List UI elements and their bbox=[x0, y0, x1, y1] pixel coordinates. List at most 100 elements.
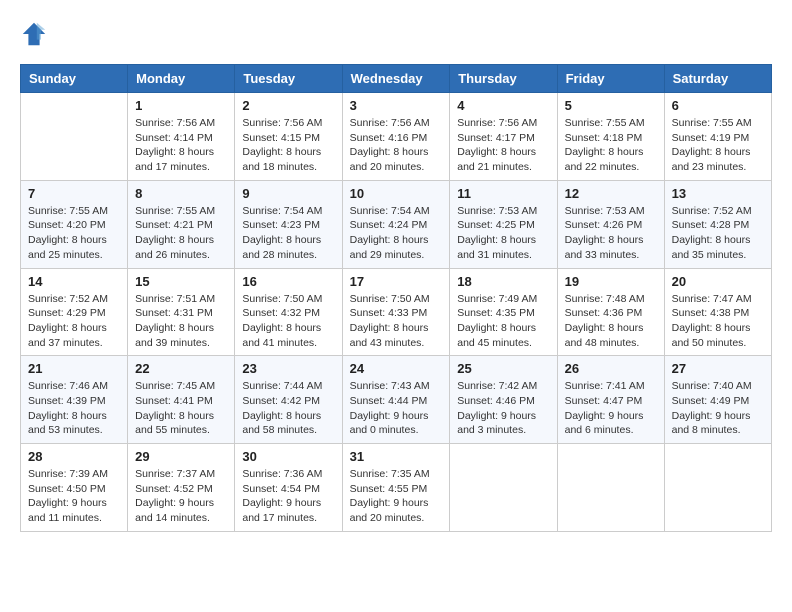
calendar-cell: 3 Sunrise: 7:56 AMSunset: 4:16 PMDaylight… bbox=[342, 93, 450, 181]
day-info: Sunrise: 7:44 AMSunset: 4:42 PMDaylight:… bbox=[242, 379, 334, 438]
day-info: Sunrise: 7:35 AMSunset: 4:55 PMDaylight:… bbox=[350, 467, 443, 526]
weekday-header-thursday: Thursday bbox=[450, 65, 557, 93]
day-info: Sunrise: 7:43 AMSunset: 4:44 PMDaylight:… bbox=[350, 379, 443, 438]
calendar-cell: 29 Sunrise: 7:37 AMSunset: 4:52 PMDayligh… bbox=[128, 444, 235, 532]
day-info: Sunrise: 7:54 AMSunset: 4:23 PMDaylight:… bbox=[242, 204, 334, 263]
calendar-cell bbox=[21, 93, 128, 181]
day-number: 24 bbox=[350, 361, 443, 376]
day-info: Sunrise: 7:55 AMSunset: 4:21 PMDaylight:… bbox=[135, 204, 227, 263]
calendar-cell bbox=[450, 444, 557, 532]
weekday-header-saturday: Saturday bbox=[664, 65, 771, 93]
calendar-cell: 4 Sunrise: 7:56 AMSunset: 4:17 PMDaylight… bbox=[450, 93, 557, 181]
calendar-cell: 15 Sunrise: 7:51 AMSunset: 4:31 PMDayligh… bbox=[128, 268, 235, 356]
day-info: Sunrise: 7:45 AMSunset: 4:41 PMDaylight:… bbox=[135, 379, 227, 438]
day-number: 31 bbox=[350, 449, 443, 464]
calendar-cell: 27 Sunrise: 7:40 AMSunset: 4:49 PMDayligh… bbox=[664, 356, 771, 444]
calendar-cell: 25 Sunrise: 7:42 AMSunset: 4:46 PMDayligh… bbox=[450, 356, 557, 444]
day-info: Sunrise: 7:55 AMSunset: 4:20 PMDaylight:… bbox=[28, 204, 120, 263]
day-number: 27 bbox=[672, 361, 764, 376]
calendar-cell: 20 Sunrise: 7:47 AMSunset: 4:38 PMDayligh… bbox=[664, 268, 771, 356]
day-number: 11 bbox=[457, 186, 549, 201]
calendar-cell: 13Sunrise: 7:52 AMSunset: 4:28 PMDayligh… bbox=[664, 180, 771, 268]
day-info: Sunrise: 7:51 AMSunset: 4:31 PMDaylight:… bbox=[135, 292, 227, 351]
day-number: 17 bbox=[350, 274, 443, 289]
day-number: 26 bbox=[565, 361, 657, 376]
day-info: Sunrise: 7:56 AMSunset: 4:16 PMDaylight:… bbox=[350, 116, 443, 175]
calendar-cell bbox=[664, 444, 771, 532]
day-info: Sunrise: 7:48 AMSunset: 4:36 PMDaylight:… bbox=[565, 292, 657, 351]
day-info: Sunrise: 7:50 AMSunset: 4:32 PMDaylight:… bbox=[242, 292, 334, 351]
day-number: 25 bbox=[457, 361, 549, 376]
day-number: 5 bbox=[565, 98, 657, 113]
day-number: 18 bbox=[457, 274, 549, 289]
day-number: 29 bbox=[135, 449, 227, 464]
day-number: 4 bbox=[457, 98, 549, 113]
calendar-cell: 2 Sunrise: 7:56 AMSunset: 4:15 PMDaylight… bbox=[235, 93, 342, 181]
day-number: 16 bbox=[242, 274, 334, 289]
day-info: Sunrise: 7:37 AMSunset: 4:52 PMDaylight:… bbox=[135, 467, 227, 526]
day-number: 2 bbox=[242, 98, 334, 113]
day-number: 10 bbox=[350, 186, 443, 201]
weekday-header-wednesday: Wednesday bbox=[342, 65, 450, 93]
day-number: 14 bbox=[28, 274, 120, 289]
day-number: 20 bbox=[672, 274, 764, 289]
calendar-cell: 18 Sunrise: 7:49 AMSunset: 4:35 PMDayligh… bbox=[450, 268, 557, 356]
calendar-cell: 21 Sunrise: 7:46 AMSunset: 4:39 PMDayligh… bbox=[21, 356, 128, 444]
calendar-cell bbox=[557, 444, 664, 532]
day-number: 8 bbox=[135, 186, 227, 201]
day-number: 22 bbox=[135, 361, 227, 376]
day-info: Sunrise: 7:46 AMSunset: 4:39 PMDaylight:… bbox=[28, 379, 120, 438]
calendar-cell: 24 Sunrise: 7:43 AMSunset: 4:44 PMDayligh… bbox=[342, 356, 450, 444]
day-number: 6 bbox=[672, 98, 764, 113]
day-info: Sunrise: 7:56 AMSunset: 4:17 PMDaylight:… bbox=[457, 116, 549, 175]
day-info: Sunrise: 7:56 AMSunset: 4:14 PMDaylight:… bbox=[135, 116, 227, 175]
logo bbox=[20, 20, 52, 48]
calendar-cell: 22 Sunrise: 7:45 AMSunset: 4:41 PMDayligh… bbox=[128, 356, 235, 444]
logo-icon bbox=[20, 20, 48, 48]
weekday-header-sunday: Sunday bbox=[21, 65, 128, 93]
calendar-cell: 11Sunrise: 7:53 AMSunset: 4:25 PMDayligh… bbox=[450, 180, 557, 268]
day-number: 19 bbox=[565, 274, 657, 289]
day-info: Sunrise: 7:42 AMSunset: 4:46 PMDaylight:… bbox=[457, 379, 549, 438]
day-number: 12 bbox=[565, 186, 657, 201]
calendar-cell: 31 Sunrise: 7:35 AMSunset: 4:55 PMDayligh… bbox=[342, 444, 450, 532]
calendar-cell: 19 Sunrise: 7:48 AMSunset: 4:36 PMDayligh… bbox=[557, 268, 664, 356]
day-info: Sunrise: 7:39 AMSunset: 4:50 PMDaylight:… bbox=[28, 467, 120, 526]
calendar-week-row: 14Sunrise: 7:52 AMSunset: 4:29 PMDayligh… bbox=[21, 268, 772, 356]
day-info: Sunrise: 7:54 AMSunset: 4:24 PMDaylight:… bbox=[350, 204, 443, 263]
day-number: 23 bbox=[242, 361, 334, 376]
weekday-header-friday: Friday bbox=[557, 65, 664, 93]
calendar-week-row: 1 Sunrise: 7:56 AMSunset: 4:14 PMDaylight… bbox=[21, 93, 772, 181]
day-info: Sunrise: 7:50 AMSunset: 4:33 PMDaylight:… bbox=[350, 292, 443, 351]
day-info: Sunrise: 7:40 AMSunset: 4:49 PMDaylight:… bbox=[672, 379, 764, 438]
calendar-cell: 6 Sunrise: 7:55 AMSunset: 4:19 PMDaylight… bbox=[664, 93, 771, 181]
calendar-cell: 17 Sunrise: 7:50 AMSunset: 4:33 PMDayligh… bbox=[342, 268, 450, 356]
calendar-cell: 26 Sunrise: 7:41 AMSunset: 4:47 PMDayligh… bbox=[557, 356, 664, 444]
weekday-header-tuesday: Tuesday bbox=[235, 65, 342, 93]
calendar-cell: 1 Sunrise: 7:56 AMSunset: 4:14 PMDaylight… bbox=[128, 93, 235, 181]
day-number: 15 bbox=[135, 274, 227, 289]
calendar-week-row: 7Sunrise: 7:55 AMSunset: 4:20 PMDaylight… bbox=[21, 180, 772, 268]
calendar-table: SundayMondayTuesdayWednesdayThursdayFrid… bbox=[20, 64, 772, 532]
day-number: 30 bbox=[242, 449, 334, 464]
day-info: Sunrise: 7:53 AMSunset: 4:26 PMDaylight:… bbox=[565, 204, 657, 263]
calendar-cell: 28 Sunrise: 7:39 AMSunset: 4:50 PMDayligh… bbox=[21, 444, 128, 532]
day-info: Sunrise: 7:56 AMSunset: 4:15 PMDaylight:… bbox=[242, 116, 334, 175]
day-number: 3 bbox=[350, 98, 443, 113]
calendar-week-row: 21 Sunrise: 7:46 AMSunset: 4:39 PMDayligh… bbox=[21, 356, 772, 444]
day-info: Sunrise: 7:55 AMSunset: 4:18 PMDaylight:… bbox=[565, 116, 657, 175]
day-number: 21 bbox=[28, 361, 120, 376]
calendar-cell: 14Sunrise: 7:52 AMSunset: 4:29 PMDayligh… bbox=[21, 268, 128, 356]
page-header bbox=[20, 20, 772, 48]
calendar-cell: 5 Sunrise: 7:55 AMSunset: 4:18 PMDaylight… bbox=[557, 93, 664, 181]
day-info: Sunrise: 7:47 AMSunset: 4:38 PMDaylight:… bbox=[672, 292, 764, 351]
day-number: 1 bbox=[135, 98, 227, 113]
day-info: Sunrise: 7:41 AMSunset: 4:47 PMDaylight:… bbox=[565, 379, 657, 438]
calendar-cell: 10 Sunrise: 7:54 AMSunset: 4:24 PMDayligh… bbox=[342, 180, 450, 268]
day-info: Sunrise: 7:49 AMSunset: 4:35 PMDaylight:… bbox=[457, 292, 549, 351]
calendar-cell: 12 Sunrise: 7:53 AMSunset: 4:26 PMDayligh… bbox=[557, 180, 664, 268]
weekday-header-monday: Monday bbox=[128, 65, 235, 93]
day-info: Sunrise: 7:55 AMSunset: 4:19 PMDaylight:… bbox=[672, 116, 764, 175]
day-number: 28 bbox=[28, 449, 120, 464]
calendar-cell: 30Sunrise: 7:36 AMSunset: 4:54 PMDayligh… bbox=[235, 444, 342, 532]
